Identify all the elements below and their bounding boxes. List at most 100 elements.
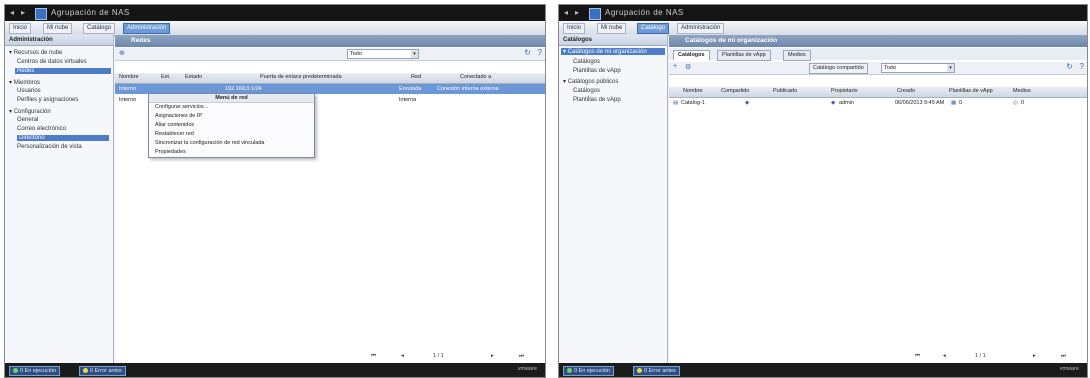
- col-name[interactable]: Nombre: [683, 88, 703, 94]
- row-name: Interno: [119, 97, 137, 103]
- forward-icon[interactable]: ▸: [21, 8, 25, 17]
- menu-home[interactable]: Inicio: [9, 23, 32, 34]
- taskbar: 0 En ejecución 0 Error antes vmware: [559, 363, 1087, 377]
- first-page-icon[interactable]: ⏮: [915, 351, 920, 361]
- table-header: Nombre Est. Estado Puerta de enlace pred…: [115, 73, 545, 84]
- tab-vapp-templates[interactable]: Plantillas de vApp: [717, 50, 771, 61]
- tree-vapp-templates[interactable]: Plantillas de vApp: [573, 68, 621, 74]
- tree-public-catalogs-list[interactable]: Catálogos: [573, 88, 600, 94]
- context-menu-title: Menú de red: [149, 94, 314, 103]
- row-connected: Conexión interna externa: [437, 86, 499, 92]
- tree-general[interactable]: General: [17, 117, 38, 123]
- back-icon[interactable]: ◂: [564, 8, 568, 17]
- menu-item-contents[interactable]: Aliar contenidos: [149, 121, 314, 130]
- tab-catalogs[interactable]: Catálogos: [673, 50, 710, 61]
- help-icon[interactable]: ?: [538, 48, 542, 57]
- menu-item-ip-allocations[interactable]: Asignaciones de IP: [149, 112, 314, 121]
- tree-vdc[interactable]: Centros de datos virtuales: [17, 59, 87, 65]
- help-icon[interactable]: ?: [1080, 62, 1084, 71]
- col-shared[interactable]: Compartido: [721, 88, 749, 94]
- prev-page-icon[interactable]: ◂: [943, 351, 946, 361]
- menu-my-cloud[interactable]: Mi nube: [43, 23, 73, 34]
- main-panel: Catálogos de mi organización Catálogos P…: [669, 35, 1087, 363]
- tree-members[interactable]: ▾ Miembros: [9, 79, 40, 86]
- col-vapp-templates[interactable]: Plantillas de vApp: [949, 88, 993, 94]
- page-indicator: 1 / 1: [975, 353, 986, 359]
- prev-page-icon[interactable]: ◂: [401, 351, 404, 361]
- window-title: Agrupación de NAS: [51, 8, 130, 17]
- first-page-icon[interactable]: ⏮: [371, 351, 376, 361]
- errors-button[interactable]: 0 Error antes: [633, 366, 680, 376]
- add-icon[interactable]: +: [673, 63, 677, 70]
- menu-bar: Inicio Mi nube Catálogo Administración: [559, 21, 1087, 36]
- col-net[interactable]: Red: [411, 74, 421, 80]
- back-icon[interactable]: ◂: [10, 8, 14, 17]
- next-page-icon[interactable]: ▸: [1033, 351, 1036, 361]
- menu-catalog[interactable]: Catálogo: [637, 23, 670, 34]
- refresh-icon[interactable]: ↻: [1066, 62, 1073, 71]
- menu-administration[interactable]: Administración: [123, 23, 171, 34]
- tree-roles[interactable]: Perfiles y asignaciones: [17, 97, 78, 103]
- filter-dropdown[interactable]: Todo ▾: [347, 49, 419, 59]
- tree-email[interactable]: Correo electrónico: [17, 126, 66, 132]
- running-tasks-button[interactable]: 0 En ejecución: [563, 366, 615, 376]
- menu-administration[interactable]: Administración: [677, 23, 725, 34]
- menu-item-reset-network[interactable]: Restablecer red: [149, 130, 314, 139]
- col-created[interactable]: Creado: [897, 88, 915, 94]
- filter-dropdown[interactable]: Todo ▾: [881, 63, 955, 73]
- menu-catalog[interactable]: Catálogo: [83, 23, 116, 34]
- tree-public-vapp-templates[interactable]: Plantillas de vApp: [573, 97, 621, 103]
- sidebar-header: Catálogos: [559, 35, 667, 46]
- tree-customization[interactable]: Personalización de vista: [17, 144, 82, 150]
- col-gateway[interactable]: Puerta de enlace predeterminada: [260, 74, 342, 80]
- vendor-logo: vmware: [517, 366, 537, 372]
- menu-home[interactable]: Inicio: [563, 23, 586, 34]
- col-media[interactable]: Medios: [1013, 88, 1031, 94]
- settings-icon[interactable]: ⚙: [685, 63, 691, 71]
- main-panel: Redes ⊕ Todo ▾ ↻ ? Nombre Est. Estado Pue…: [115, 35, 545, 363]
- col-connected[interactable]: Conectado a: [460, 74, 491, 80]
- title-bar: ◂ ▸ Agrupación de NAS: [559, 5, 1087, 21]
- menu-my-cloud[interactable]: Mi nube: [597, 23, 627, 34]
- running-tasks-button[interactable]: 0 En ejecución: [9, 366, 61, 376]
- tree-users[interactable]: Usuarios: [17, 88, 41, 94]
- tree-networks[interactable]: Redes: [15, 68, 111, 74]
- sidebar-header: Administración: [5, 35, 113, 46]
- page-indicator: 1 / 1: [433, 353, 444, 359]
- menu-item-sync-config[interactable]: Sincronizar la configuración de red vinc…: [149, 139, 314, 148]
- table-header: Nombre Compartido Publicado Propietario …: [669, 87, 1087, 98]
- tree-public-catalogs[interactable]: ▾ Catálogos públicos: [563, 78, 618, 85]
- app-icon: [35, 8, 47, 20]
- next-page-icon[interactable]: ▸: [491, 351, 494, 361]
- col-name[interactable]: Nombre: [119, 74, 139, 80]
- menu-item-properties[interactable]: Propiedades: [149, 148, 314, 157]
- window-title: Agrupación de NAS: [605, 8, 684, 17]
- right-screenshot: ◂ ▸ Agrupación de NAS Inicio Mi nube Cat…: [558, 4, 1088, 378]
- tab-media[interactable]: Medios: [783, 50, 811, 61]
- menu-item-configure-services[interactable]: Configurar servicios...: [149, 103, 314, 112]
- tree-directory[interactable]: Directorio: [17, 135, 109, 141]
- tree-my-org-catalogs[interactable]: ▾ Catálogos de mi organización: [561, 48, 665, 55]
- table-row[interactable]: ▤ Catalog-1 ◆ ◆ admin 06/06/2013 9:45 AM…: [669, 98, 1087, 108]
- row-vapps: 0: [959, 100, 963, 106]
- panel-title: Catálogos de mi organización: [669, 35, 1087, 47]
- col-published[interactable]: Publicado: [773, 88, 797, 94]
- errors-button[interactable]: 0 Error antes: [79, 366, 126, 376]
- last-page-icon[interactable]: ⏭: [519, 351, 524, 361]
- col-status[interactable]: Estado: [185, 74, 202, 80]
- tree-settings[interactable]: ▾ Configuración: [9, 108, 51, 115]
- row-owner: admin: [839, 100, 854, 106]
- pager: ⏮ ◂ 1 / 1 ▸ ⏭: [371, 351, 541, 361]
- last-page-icon[interactable]: ⏭: [1061, 351, 1066, 361]
- sidebar: Catálogos ▾ Catálogos de mi organización…: [559, 35, 668, 363]
- app-icon: [589, 8, 601, 20]
- col-owner[interactable]: Propietario: [831, 88, 858, 94]
- refresh-icon[interactable]: ↻: [524, 48, 531, 57]
- share-catalog-button[interactable]: Catálogo compartido: [809, 63, 868, 74]
- col-est[interactable]: Est.: [161, 74, 170, 80]
- chevron-down-icon: ▾: [947, 64, 954, 72]
- tree-cloud-resources[interactable]: ▾ Recursos de nube: [9, 49, 62, 56]
- tree-catalogs[interactable]: Catálogos: [573, 59, 600, 65]
- forward-icon[interactable]: ▸: [575, 8, 579, 17]
- add-icon[interactable]: ⊕: [119, 49, 125, 57]
